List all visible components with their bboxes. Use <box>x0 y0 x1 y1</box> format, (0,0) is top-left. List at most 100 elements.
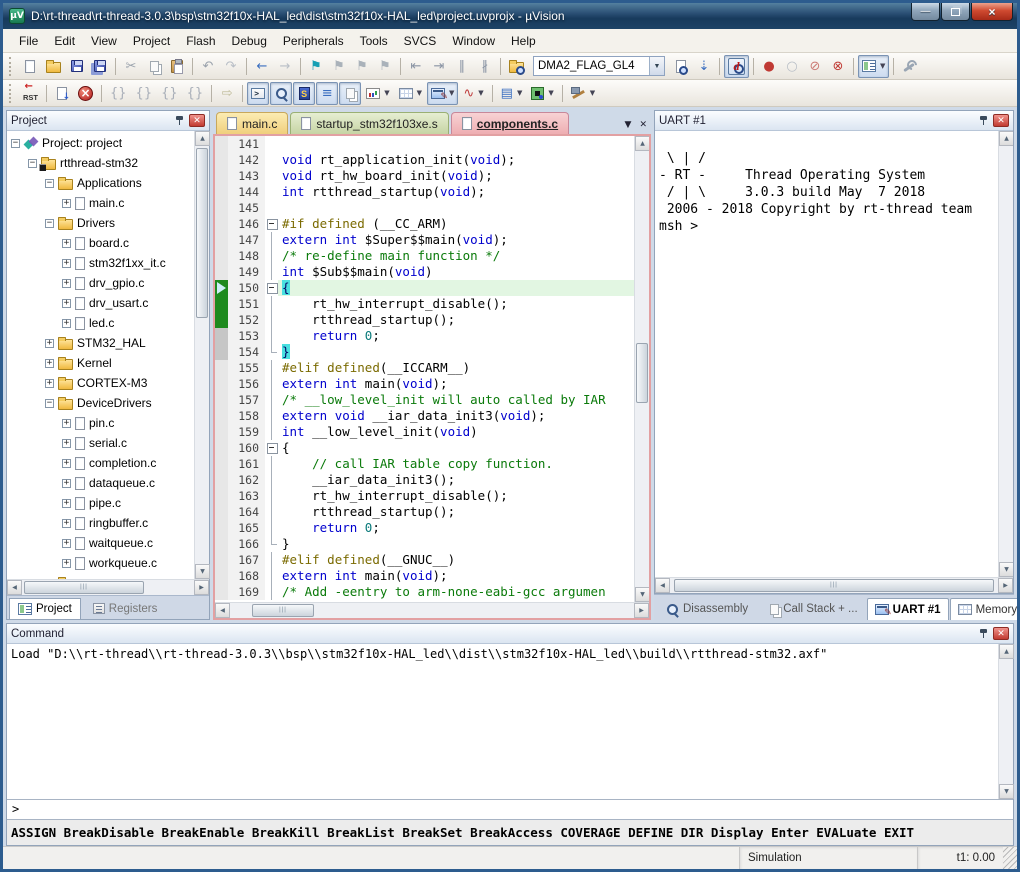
tree-item[interactable]: +workqueue.c <box>7 553 194 573</box>
tree-item[interactable]: +dataqueue.c <box>7 473 194 493</box>
menu-svcs[interactable]: SVCS <box>396 30 445 52</box>
configure-target-button[interactable] <box>898 55 921 78</box>
scroll-down-button[interactable]: ▼ <box>999 784 1014 799</box>
uart-hscrollbar[interactable]: ◀ ||| ▶ <box>655 577 1013 593</box>
disable-breakpoint-button[interactable]: ○ <box>781 55 803 78</box>
scroll-up-button[interactable]: ▲ <box>999 644 1014 659</box>
run-button[interactable]: ⇨ <box>216 82 238 105</box>
disassembly-window-button[interactable] <box>270 82 292 105</box>
editor-tab-components-c[interactable]: components.c <box>451 112 569 134</box>
tree-item[interactable]: +pin.c <box>7 413 194 433</box>
uart-close-icon[interactable]: ✕ <box>993 114 1009 127</box>
code-text[interactable]: rtthread_startup(); <box>278 312 634 328</box>
toolbar-grip[interactable] <box>9 84 14 103</box>
code-text[interactable]: int $Sub$$main(void) <box>278 264 634 280</box>
step-out-button[interactable]: {} <box>157 82 182 105</box>
insert-breakpoint-button[interactable]: ● <box>758 55 780 78</box>
restore-button[interactable] <box>941 3 970 21</box>
code-text[interactable]: rtthread_startup(); <box>278 504 634 520</box>
collapse-icon[interactable]: − <box>28 159 37 168</box>
tree-item[interactable]: +led.c <box>7 313 194 333</box>
fold-marker[interactable] <box>265 280 278 296</box>
expand-icon[interactable]: + <box>62 279 71 288</box>
code-text[interactable]: #if defined (__CC_ARM) <box>278 216 634 232</box>
bookmark-toggle-button[interactable]: ⚑ <box>305 55 327 78</box>
expand-icon[interactable]: + <box>62 479 71 488</box>
search-combo[interactable]: ▼ <box>533 56 665 76</box>
comment-button[interactable]: ∥ <box>451 55 473 78</box>
scroll-right-button[interactable]: ▶ <box>194 580 209 595</box>
save-all-button[interactable] <box>89 55 111 78</box>
menu-help[interactable]: Help <box>503 30 544 52</box>
dock-tab-project[interactable]: Project <box>9 598 81 619</box>
scroll-left-button[interactable]: ◀ <box>655 578 670 593</box>
code-text[interactable]: } <box>278 344 634 360</box>
expand-icon[interactable]: + <box>62 199 71 208</box>
scroll-right-button[interactable]: ▶ <box>998 578 1013 593</box>
tab-list-dropdown-icon[interactable]: ▼ <box>625 120 632 130</box>
run-to-cursor-button[interactable]: {} <box>183 82 208 105</box>
expand-icon[interactable]: + <box>62 559 71 568</box>
tree-item[interactable]: −DeviceDrivers <box>7 393 194 413</box>
tree-item[interactable]: +board.c <box>7 233 194 253</box>
tree-item[interactable]: −rtthread-stm32 <box>7 153 194 173</box>
code-text[interactable]: /* __low_level_init will auto called by … <box>278 392 634 408</box>
code-text[interactable]: void rt_hw_board_init(void); <box>278 168 634 184</box>
editor-vscrollbar[interactable]: ▲ ▼ <box>634 136 649 602</box>
tree-item[interactable]: +waitqueue.c <box>7 533 194 553</box>
dock-tab-uart-1[interactable]: UART #1 <box>867 598 949 620</box>
menu-flash[interactable]: Flash <box>178 30 223 52</box>
expand-icon[interactable]: + <box>62 299 71 308</box>
scroll-down-button[interactable]: ▼ <box>195 564 210 579</box>
find-in-files-button[interactable] <box>505 55 528 78</box>
expand-icon[interactable]: + <box>45 359 54 368</box>
scroll-thumb[interactable]: ||| <box>674 579 994 592</box>
window-layout-button[interactable]: ▼ <box>858 55 889 78</box>
dropdown-arrow-icon[interactable]: ▼ <box>590 89 595 97</box>
project-vscrollbar[interactable]: ▲ ▼ <box>194 131 209 579</box>
step-into-button[interactable]: {} <box>106 82 131 105</box>
nav-forward-button[interactable]: → <box>274 55 296 78</box>
close-document-icon[interactable]: ✕ <box>639 120 647 130</box>
bookmark-clear-button[interactable]: ⚑ <box>374 55 396 78</box>
scroll-up-button[interactable]: ▲ <box>635 136 649 151</box>
dropdown-arrow-icon[interactable]: ▼ <box>880 62 885 70</box>
code-text[interactable]: rt_hw_interrupt_disable(); <box>278 488 634 504</box>
scroll-thumb[interactable] <box>636 343 648 403</box>
debug-session-button[interactable] <box>724 55 749 78</box>
code-text[interactable]: extern int main(void); <box>278 568 634 584</box>
unindent-button[interactable]: ⇤ <box>405 55 427 78</box>
code-text[interactable]: // call IAR table copy function. <box>278 456 634 472</box>
uart-vscrollbar[interactable]: ▲ ▼ <box>998 131 1013 577</box>
editor-tab-main-c[interactable]: main.c <box>216 112 288 134</box>
code-text[interactable]: } <box>278 536 634 552</box>
code-editor[interactable]: 141142void rt_application_init(void);143… <box>215 136 634 602</box>
expand-icon[interactable]: + <box>62 419 71 428</box>
code-text[interactable]: extern void __iar_data_init3(void); <box>278 408 634 424</box>
uncomment-button[interactable]: ∦ <box>474 55 496 78</box>
code-text[interactable]: rt_hw_interrupt_disable(); <box>278 296 634 312</box>
collapse-icon[interactable]: − <box>11 139 20 148</box>
code-text[interactable]: void rt_application_init(void); <box>278 152 634 168</box>
code-text[interactable]: int __low_level_init(void) <box>278 424 634 440</box>
scroll-down-button[interactable]: ▼ <box>999 562 1013 577</box>
copy-button[interactable] <box>143 55 165 78</box>
scroll-thumb[interactable]: ||| <box>24 581 144 594</box>
code-text[interactable] <box>278 136 634 152</box>
tree-item[interactable]: +stm32f1xx_it.c <box>7 253 194 273</box>
kill-all-breakpoints-button[interactable]: ⊗ <box>827 55 849 78</box>
menu-edit[interactable]: Edit <box>46 30 83 52</box>
scroll-thumb[interactable] <box>196 148 208 318</box>
code-text[interactable]: /* re-define main function */ <box>278 248 634 264</box>
tree-item[interactable]: +drv_usart.c <box>7 293 194 313</box>
dropdown-arrow-icon[interactable]: ▼ <box>548 89 553 97</box>
open-file-button[interactable] <box>42 55 65 78</box>
call-stack-window-button[interactable] <box>339 82 361 105</box>
search-combo-input[interactable] <box>534 60 649 72</box>
command-window-button[interactable] <box>247 82 269 105</box>
expand-icon[interactable]: + <box>62 239 71 248</box>
expand-icon[interactable]: + <box>62 459 71 468</box>
close-button[interactable]: × <box>971 3 1013 21</box>
scroll-right-button[interactable]: ▶ <box>634 603 649 618</box>
dropdown-arrow-icon[interactable]: ▼ <box>417 89 422 97</box>
